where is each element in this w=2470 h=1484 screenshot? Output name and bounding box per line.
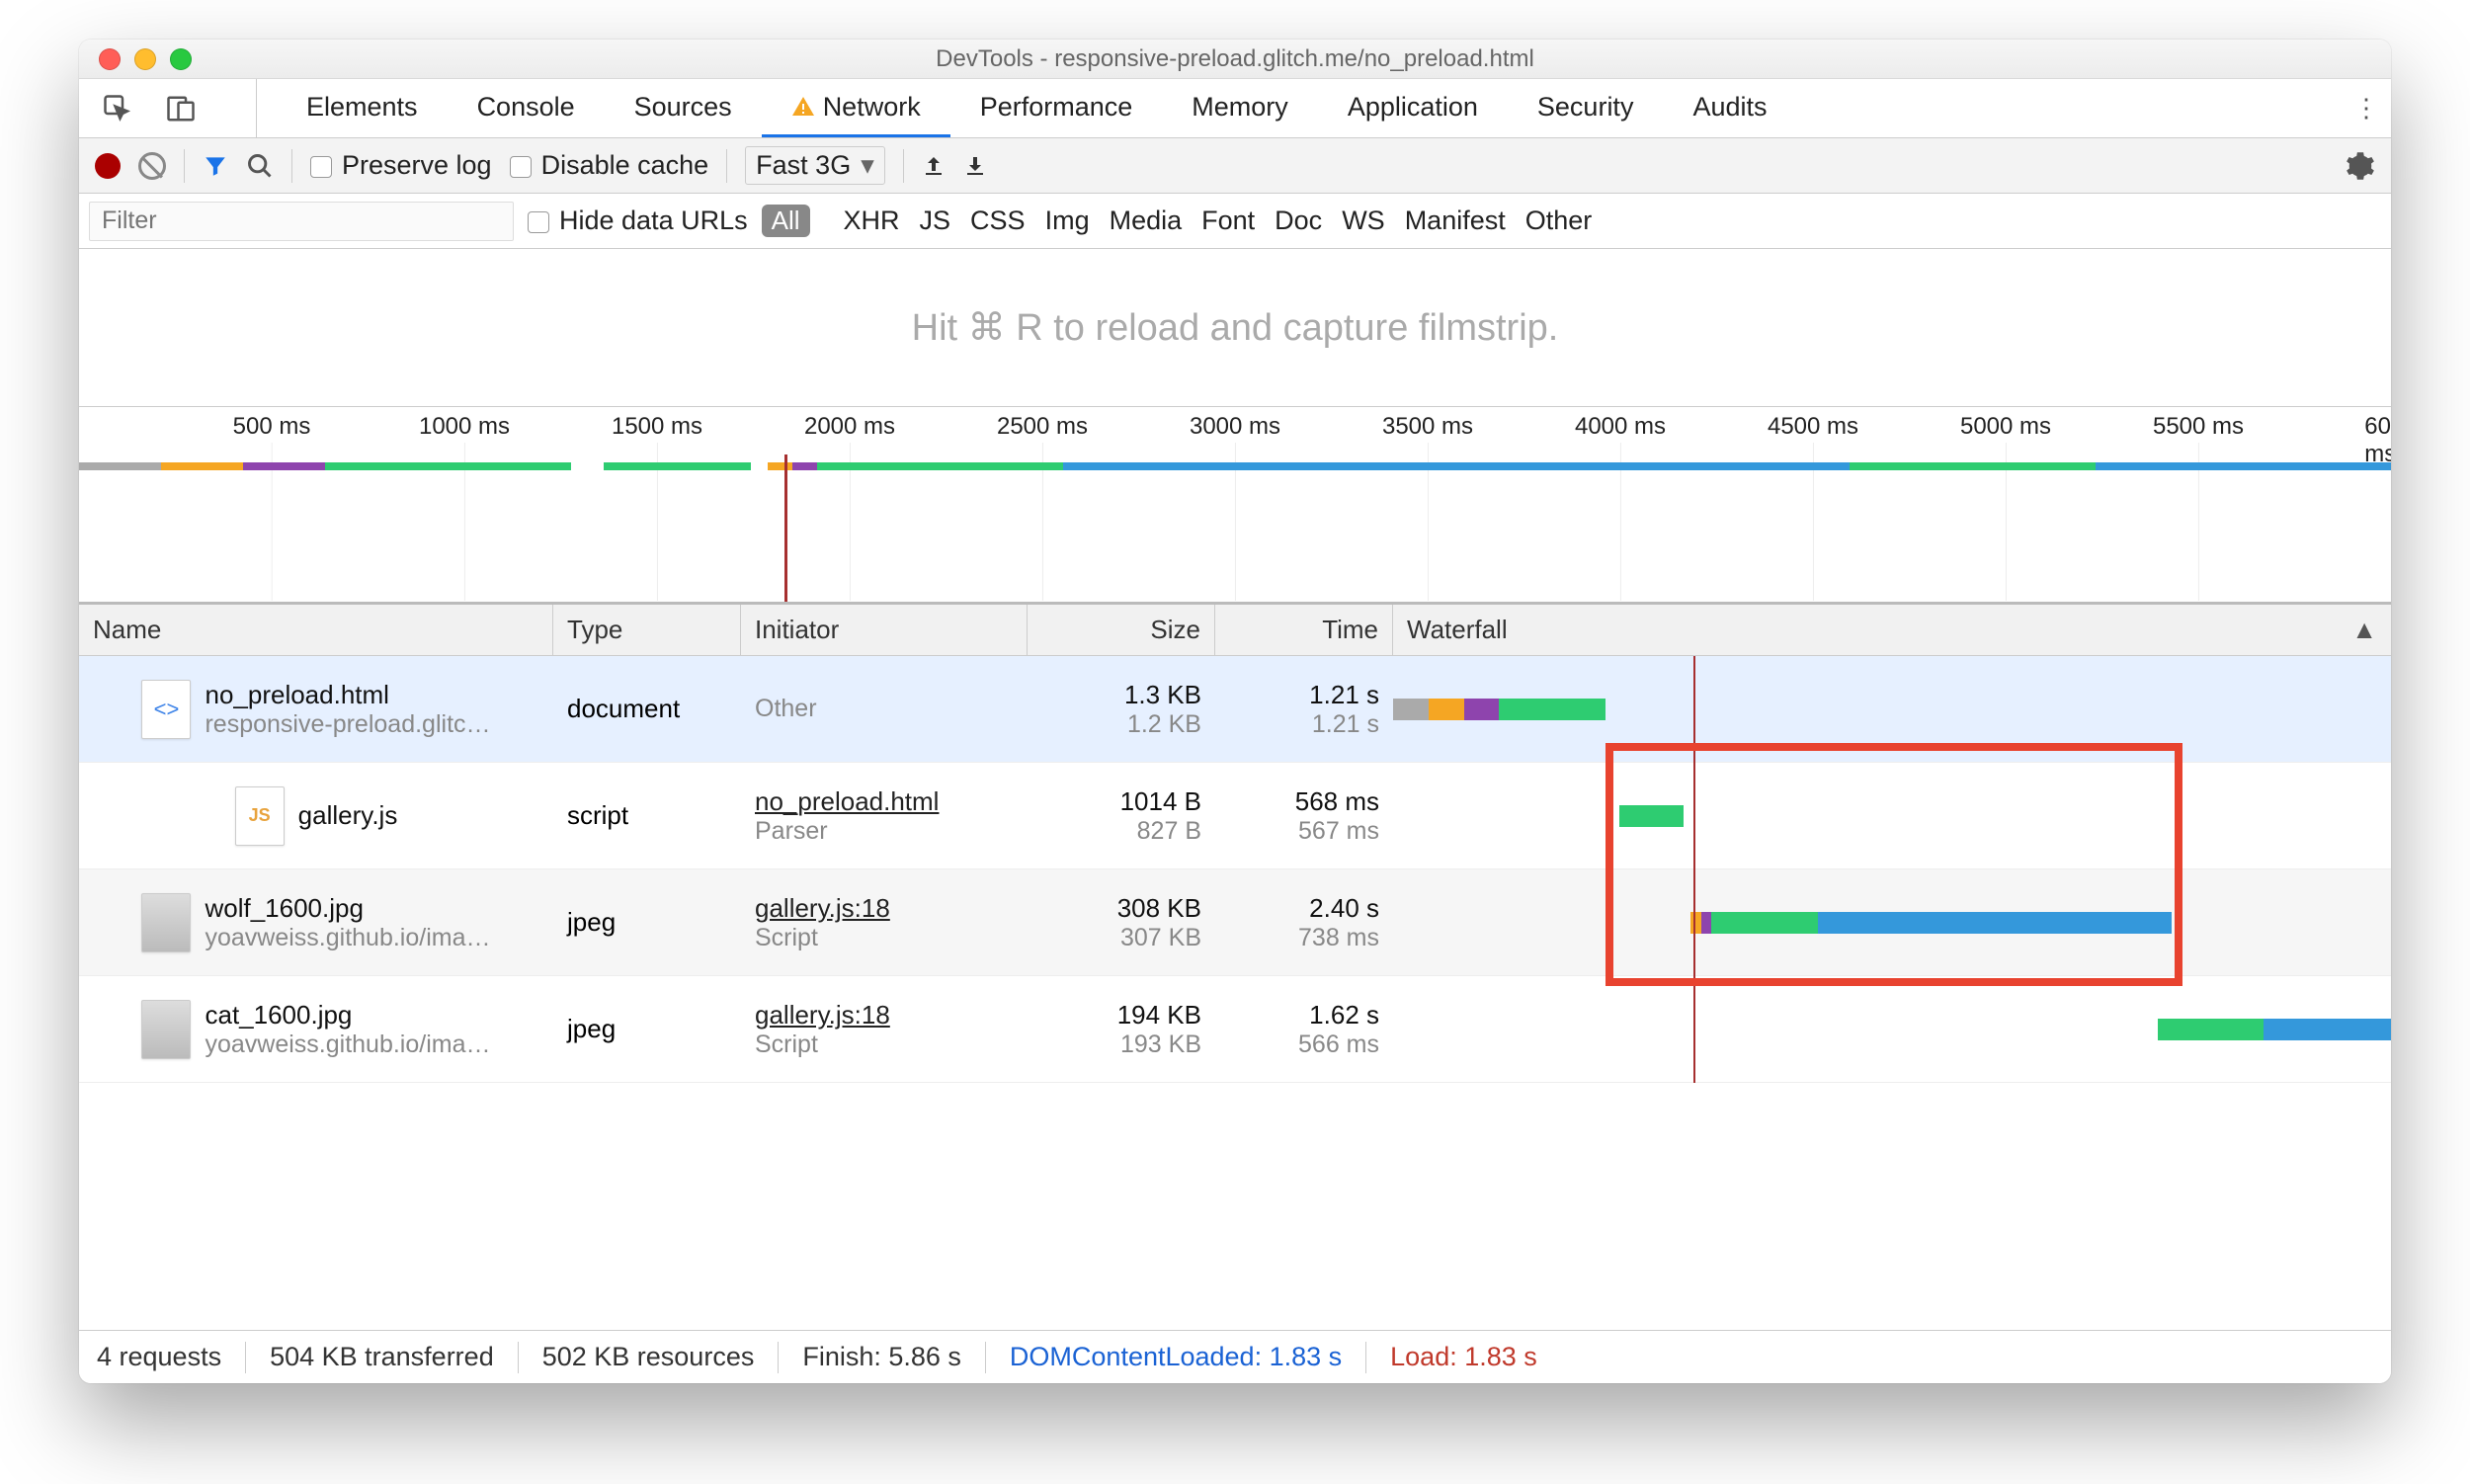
cell-initiator[interactable]: gallery.js:18Script [741, 976, 1028, 1082]
cell-time: 568 ms567 ms [1215, 763, 1393, 868]
devtools-window: DevTools - responsive-preload.glitch.me/… [79, 40, 2391, 1383]
cell-waterfall [1393, 976, 2391, 1082]
cell-name: JSgallery.js [79, 763, 553, 868]
filter-css[interactable]: CSS [970, 206, 1026, 235]
preserve-log-checkbox[interactable]: Preserve log [310, 150, 492, 181]
filmstrip-hint: Hit ⌘ R to reload and capture filmstrip. [79, 249, 2391, 407]
more-icon[interactable]: ⋮ [2342, 93, 2391, 124]
tab-sources[interactable]: Sources [605, 79, 762, 137]
zoom-icon[interactable] [170, 48, 192, 70]
request-table: <>no_preload.htmlresponsive-preload.glit… [79, 656, 2391, 1083]
network-toolbar: Preserve log Disable cache Fast 3G▾ [79, 138, 2391, 194]
cell-size: 194 KB193 KB [1028, 976, 1215, 1082]
ruler-tick: 3000 ms [1190, 413, 1280, 441]
device-toggle-icon[interactable] [156, 89, 206, 128]
disable-cache-checkbox[interactable]: Disable cache [510, 150, 709, 181]
tab-elements[interactable]: Elements [277, 79, 448, 137]
ruler-tick: 1500 ms [612, 413, 702, 441]
ruler-tick: 2000 ms [804, 413, 895, 441]
filter-media[interactable]: Media [1110, 206, 1183, 235]
close-icon[interactable] [99, 48, 121, 70]
settings-icon[interactable] [2346, 151, 2375, 181]
filter-all[interactable]: All [762, 205, 810, 237]
col-type[interactable]: Type [553, 605, 741, 655]
cell-name: <>no_preload.htmlresponsive-preload.glit… [79, 656, 553, 762]
ruler-tick: 1000 ms [419, 413, 510, 441]
cell-time: 2.40 s738 ms [1215, 869, 1393, 975]
cell-time: 1.21 s1.21 s [1215, 656, 1393, 762]
filter-img[interactable]: Img [1045, 206, 1090, 235]
sb-finish: Finish: 5.86 s [802, 1342, 961, 1372]
cell-initiator: Other [741, 656, 1028, 762]
sb-transferred: 504 KB transferred [270, 1342, 494, 1372]
titlebar: DevTools - responsive-preload.glitch.me/… [79, 40, 2391, 79]
overview-chart[interactable]: 500 ms 1000 ms 1500 ms 2000 ms 2500 ms 3000 m… [79, 407, 2391, 605]
panel-tabs: ElementsConsoleSourcesNetworkPerformance… [79, 79, 2391, 138]
sb-resources: 502 KB resources [542, 1342, 755, 1372]
inspect-icon[interactable] [93, 89, 142, 128]
cell-name: wolf_1600.jpgyoavweiss.github.io/ima… [79, 869, 553, 975]
clear-button[interactable] [138, 152, 166, 180]
ruler-tick: 4500 ms [1768, 413, 1858, 441]
ruler-tick: 5000 ms [1960, 413, 2051, 441]
table-header: Name Type Initiator Size Time Waterfall▲ [79, 605, 2391, 656]
cell-size: 1.3 KB1.2 KB [1028, 656, 1215, 762]
cell-type: jpeg [553, 976, 741, 1082]
col-initiator[interactable]: Initiator [741, 605, 1028, 655]
tab-security[interactable]: Security [1508, 79, 1664, 137]
tab-console[interactable]: Console [448, 79, 605, 137]
ruler-tick: 2500 ms [997, 413, 1088, 441]
col-size[interactable]: Size [1028, 605, 1215, 655]
cell-type: jpeg [553, 869, 741, 975]
status-bar: 4 requests 504 KB transferred 502 KB res… [79, 1330, 2391, 1383]
filter-toggle-icon[interactable] [203, 153, 228, 179]
filter-font[interactable]: Font [1201, 206, 1255, 235]
col-time[interactable]: Time [1215, 605, 1393, 655]
col-waterfall[interactable]: Waterfall▲ [1393, 605, 2391, 655]
filter-input[interactable] [89, 202, 514, 241]
cell-type: script [553, 763, 741, 868]
cell-size: 1014 B827 B [1028, 763, 1215, 868]
window-controls [99, 48, 192, 70]
dcl-marker [784, 454, 787, 602]
cell-initiator[interactable]: no_preload.htmlParser [741, 763, 1028, 868]
tab-memory[interactable]: Memory [1162, 79, 1318, 137]
cell-initiator[interactable]: gallery.js:18Script [741, 869, 1028, 975]
tab-application[interactable]: Application [1318, 79, 1508, 137]
minimize-icon[interactable] [134, 48, 156, 70]
download-har-icon[interactable] [963, 154, 987, 178]
filter-manifest[interactable]: Manifest [1405, 206, 1506, 235]
ruler-tick: 4000 ms [1575, 413, 1666, 441]
sb-load: Load: 1.83 s [1390, 1342, 1537, 1372]
ruler-tick: 3500 ms [1382, 413, 1473, 441]
filter-js[interactable]: JS [920, 206, 951, 235]
window-title: DevTools - responsive-preload.glitch.me/… [79, 45, 2391, 73]
sb-requests: 4 requests [97, 1342, 221, 1372]
warning-icon [791, 95, 815, 119]
filter-xhr[interactable]: XHR [844, 206, 900, 235]
filter-other[interactable]: Other [1525, 206, 1593, 235]
sb-dcl: DOMContentLoaded: 1.83 s [1010, 1342, 1342, 1372]
cell-time: 1.62 s566 ms [1215, 976, 1393, 1082]
filter-bar: Hide data URLs All XHR JS CSS Img Media Font D… [79, 194, 2391, 249]
filter-doc[interactable]: Doc [1275, 206, 1322, 235]
tab-audits[interactable]: Audits [1663, 79, 1796, 137]
record-button[interactable] [95, 153, 121, 179]
cell-size: 308 KB307 KB [1028, 869, 1215, 975]
search-icon[interactable] [246, 152, 274, 180]
tab-network[interactable]: Network [762, 79, 950, 137]
ruler-tick: 5500 ms [2153, 413, 2244, 441]
annotation-highlight [1606, 743, 2182, 986]
tab-performance[interactable]: Performance [950, 79, 1163, 137]
filter-ws[interactable]: WS [1342, 206, 1385, 235]
cell-name: cat_1600.jpgyoavweiss.github.io/ima… [79, 976, 553, 1082]
cell-type: document [553, 656, 741, 762]
hide-data-urls-checkbox[interactable]: Hide data URLs [528, 206, 748, 236]
upload-har-icon[interactable] [922, 154, 946, 178]
throttle-select[interactable]: Fast 3G▾ [745, 146, 885, 185]
ruler-tick: 500 ms [233, 413, 311, 441]
table-row[interactable]: cat_1600.jpgyoavweiss.github.io/ima…jpeg… [79, 976, 2391, 1083]
col-name[interactable]: Name [79, 605, 553, 655]
